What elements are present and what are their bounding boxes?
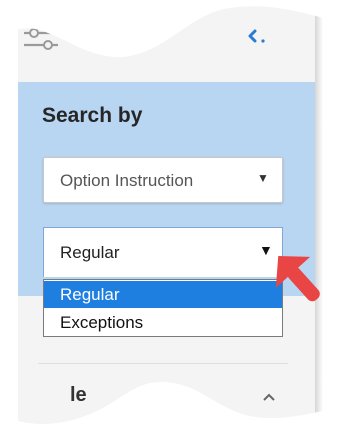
section-divider bbox=[38, 363, 288, 364]
section-title-fragment: le bbox=[70, 384, 87, 406]
mode-select-value: Regular bbox=[60, 243, 120, 262]
caret-down-icon: ▼ bbox=[257, 171, 269, 185]
search-by-heading: Search by bbox=[42, 104, 143, 127]
criteria-select-value: Option Instruction bbox=[60, 171, 194, 190]
red-pointer-arrow bbox=[270, 246, 328, 312]
dropdown-option-regular[interactable]: Regular bbox=[44, 281, 282, 308]
screenshot-crop: Search by Option Instruction ▼ Regular ▼… bbox=[0, 0, 339, 439]
chevron-up-icon[interactable] bbox=[261, 390, 277, 402]
chevron-left-icon[interactable] bbox=[246, 26, 268, 46]
sliders-icon[interactable] bbox=[22, 14, 60, 54]
criteria-select[interactable]: Option Instruction ▼ bbox=[43, 157, 283, 203]
mode-dropdown-list: Regular Exceptions bbox=[43, 279, 283, 337]
panel-edge-shadow bbox=[315, 0, 323, 439]
mode-select[interactable]: Regular ▼ bbox=[43, 227, 283, 277]
dropdown-option-exceptions[interactable]: Exceptions bbox=[44, 309, 282, 336]
